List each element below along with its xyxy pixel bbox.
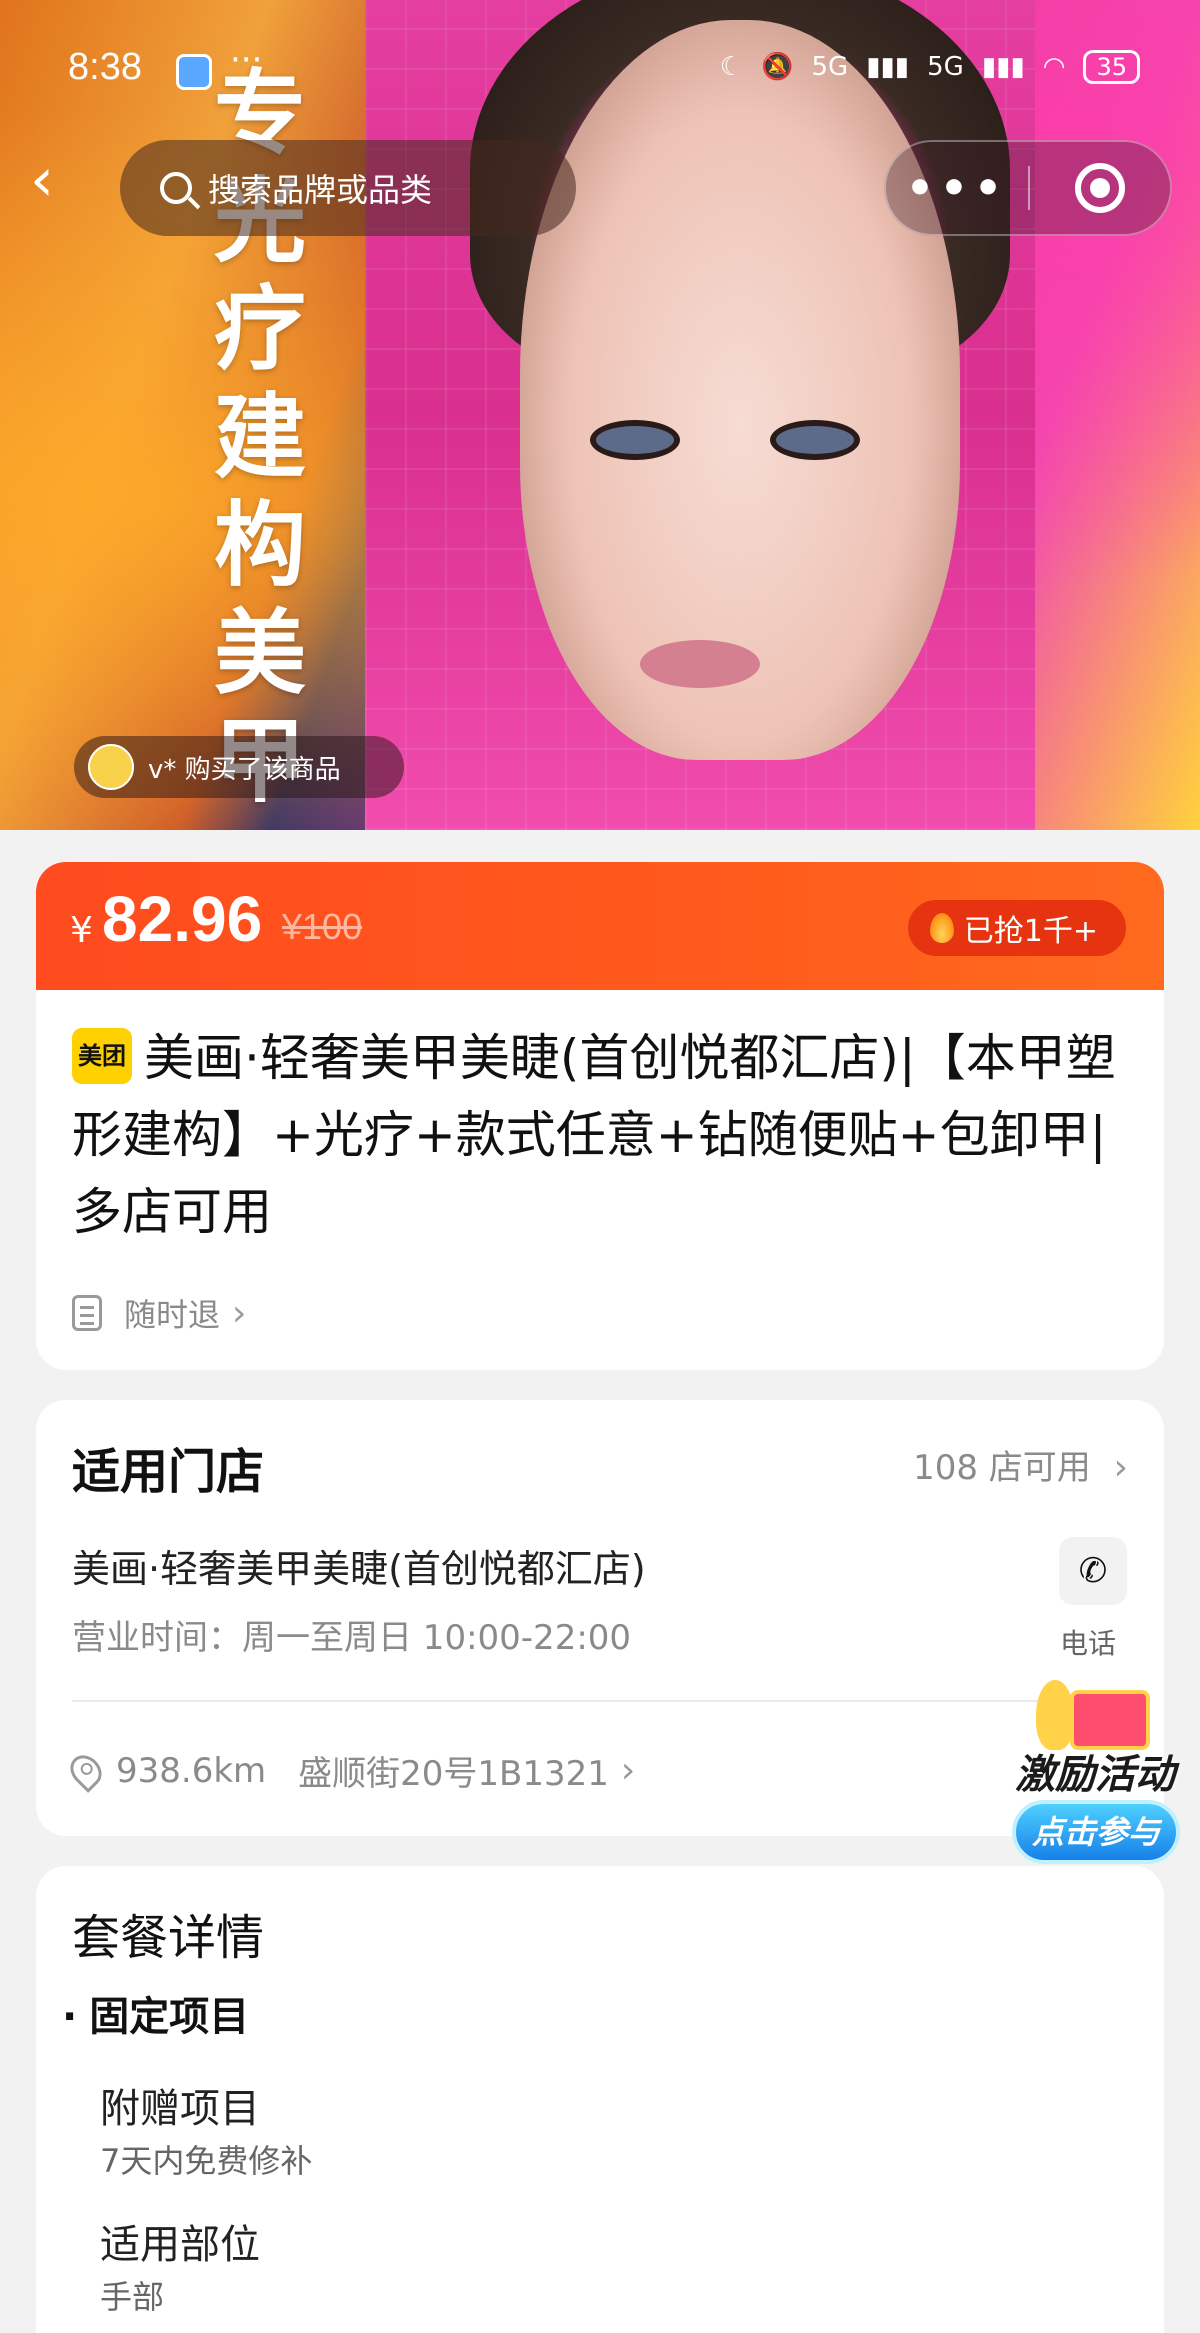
app-notification-icon xyxy=(176,54,212,90)
package-details-card: 套餐详情 · 固定项目 附赠项目 7天内免费修补 适用部位 手部 xyxy=(36,1866,1164,2333)
sold-count-badge: 已抢1千+ xyxy=(907,900,1126,956)
store-heading: 适用门店 xyxy=(72,1444,265,1500)
promo-title: 激励活动 xyxy=(1015,1752,1175,1798)
chevron-right-icon: › xyxy=(1113,1447,1128,1488)
search-placeholder: 搜索品牌或品类 xyxy=(208,171,433,209)
signal-2: 5G xyxy=(927,52,964,82)
price-currency-symbol: ¥ xyxy=(70,910,93,951)
meituan-badge: 美团 xyxy=(72,1027,132,1084)
store-count-link[interactable]: 108 店可用 › xyxy=(913,1440,1128,1489)
status-time: 8:38 xyxy=(68,46,142,88)
avatar xyxy=(88,744,134,790)
original-price: ¥100 xyxy=(282,906,363,947)
status-dots: ··· xyxy=(230,40,263,80)
fixed-items-text: 固定项目 xyxy=(89,1994,250,2040)
bullet-icon: · xyxy=(62,1994,78,2040)
flame-icon xyxy=(929,913,954,943)
current-price: 82.96 xyxy=(102,883,263,955)
product-title-text: 美画·轻奢美甲美睫(首创悦都汇店)|【本甲塑形建构】+光疗+款式任意+钻随便贴+… xyxy=(72,1029,1116,1241)
location-pin-icon xyxy=(64,1748,108,1793)
store-count-text: 108 店可用 xyxy=(913,1448,1091,1488)
divider xyxy=(72,1700,1128,1702)
package-item-desc: 手部 xyxy=(100,2278,165,2316)
chevron-right-icon: › xyxy=(232,1292,247,1334)
phone-label[interactable]: 电话 xyxy=(1060,1622,1116,1662)
product-title: 美团 美画·轻奢美甲美睫(首创悦都汇店)|【本甲塑形建构】+光疗+款式任意+钻随便… xyxy=(72,1020,1132,1251)
promo-floating-widget[interactable]: 激励活动 点击参与 xyxy=(1000,1680,1190,1880)
status-bar: 8:38 ··· ☾ 🔕 5G ▮▮▮ 5G ▮▮▮ ◠ 35 xyxy=(0,40,1200,100)
mini-program-capsule: ••• xyxy=(884,140,1172,236)
hero-right-eye xyxy=(770,420,860,460)
store-address: 盛顺街20号1B1321 xyxy=(298,1754,609,1794)
gift-icon xyxy=(1070,1690,1150,1750)
hero-left-eye xyxy=(590,420,680,460)
fixed-items-label: · 固定项目 xyxy=(62,1984,249,2042)
phone-icon: ✆ xyxy=(1078,1551,1108,1591)
search-icon xyxy=(160,172,192,204)
package-heading: 套餐详情 xyxy=(72,1910,265,1966)
signal-bars-icon: ▮▮▮ xyxy=(981,52,1025,82)
price-banner: ¥ 82.96 ¥100 已抢1千+ xyxy=(36,862,1164,990)
bunny-icon xyxy=(1036,1680,1074,1750)
package-item-desc: 7天内免费修补 xyxy=(100,2142,313,2180)
store-hours: 营业时间：周一至周日 10:00-22:00 xyxy=(72,1618,632,1658)
close-capsule-button[interactable] xyxy=(1030,163,1170,213)
more-dots-icon[interactable]: ••• xyxy=(886,163,1028,214)
signal-1: 5G xyxy=(811,52,849,82)
package-item-name: 附赠项目 xyxy=(100,2086,260,2132)
buyer-toast-text: v* 购买了该商品 xyxy=(148,754,341,785)
doc-icon xyxy=(72,1295,102,1331)
buyer-toast: v* 购买了该商品 xyxy=(74,736,404,798)
hero-image[interactable]: 专光疗建构美甲 xyxy=(0,0,1200,830)
target-icon xyxy=(1074,163,1125,213)
refund-label: 随时退 xyxy=(124,1296,221,1334)
status-indicators: ☾ 🔕 5G ▮▮▮ 5G ▮▮▮ ◠ 35 xyxy=(720,50,1140,84)
product-title-card: 美团 美画·轻奢美甲美睫(首创悦都汇店)|【本甲塑形建构】+光疗+款式任意+钻随便… xyxy=(36,990,1164,1370)
hero-lips xyxy=(640,640,760,688)
store-name[interactable]: 美画·轻奢美甲美睫(首创悦都汇店) xyxy=(72,1538,646,1593)
package-item-name: 适用部位 xyxy=(100,2222,260,2268)
moon-icon: ☾ xyxy=(719,52,744,82)
signal-bars-icon: ▮▮▮ xyxy=(866,52,910,82)
store-location-row[interactable]: 938.6km 盛顺街20号1B1321 › xyxy=(64,1746,636,1795)
search-bar[interactable]: 搜索品牌或品类 xyxy=(120,140,576,236)
refund-policy-row[interactable]: 随时退 › xyxy=(72,1290,246,1336)
back-arrow-icon[interactable]: ‹ xyxy=(30,150,80,210)
sold-count-text: 已抢1千+ xyxy=(963,914,1098,949)
chevron-right-icon: › xyxy=(620,1750,636,1791)
mute-icon: 🔕 xyxy=(761,52,794,82)
phone-button[interactable]: ✆ xyxy=(1059,1537,1127,1605)
store-card: 适用门店 108 店可用 › 美画·轻奢美甲美睫(首创悦都汇店) 营业时间：周一… xyxy=(36,1400,1164,1836)
store-distance: 938.6km xyxy=(116,1750,267,1791)
battery-indicator: 35 xyxy=(1083,50,1140,84)
promo-join-button[interactable]: 点击参与 xyxy=(1012,1800,1180,1864)
wifi-icon: ◠ xyxy=(1042,52,1066,82)
